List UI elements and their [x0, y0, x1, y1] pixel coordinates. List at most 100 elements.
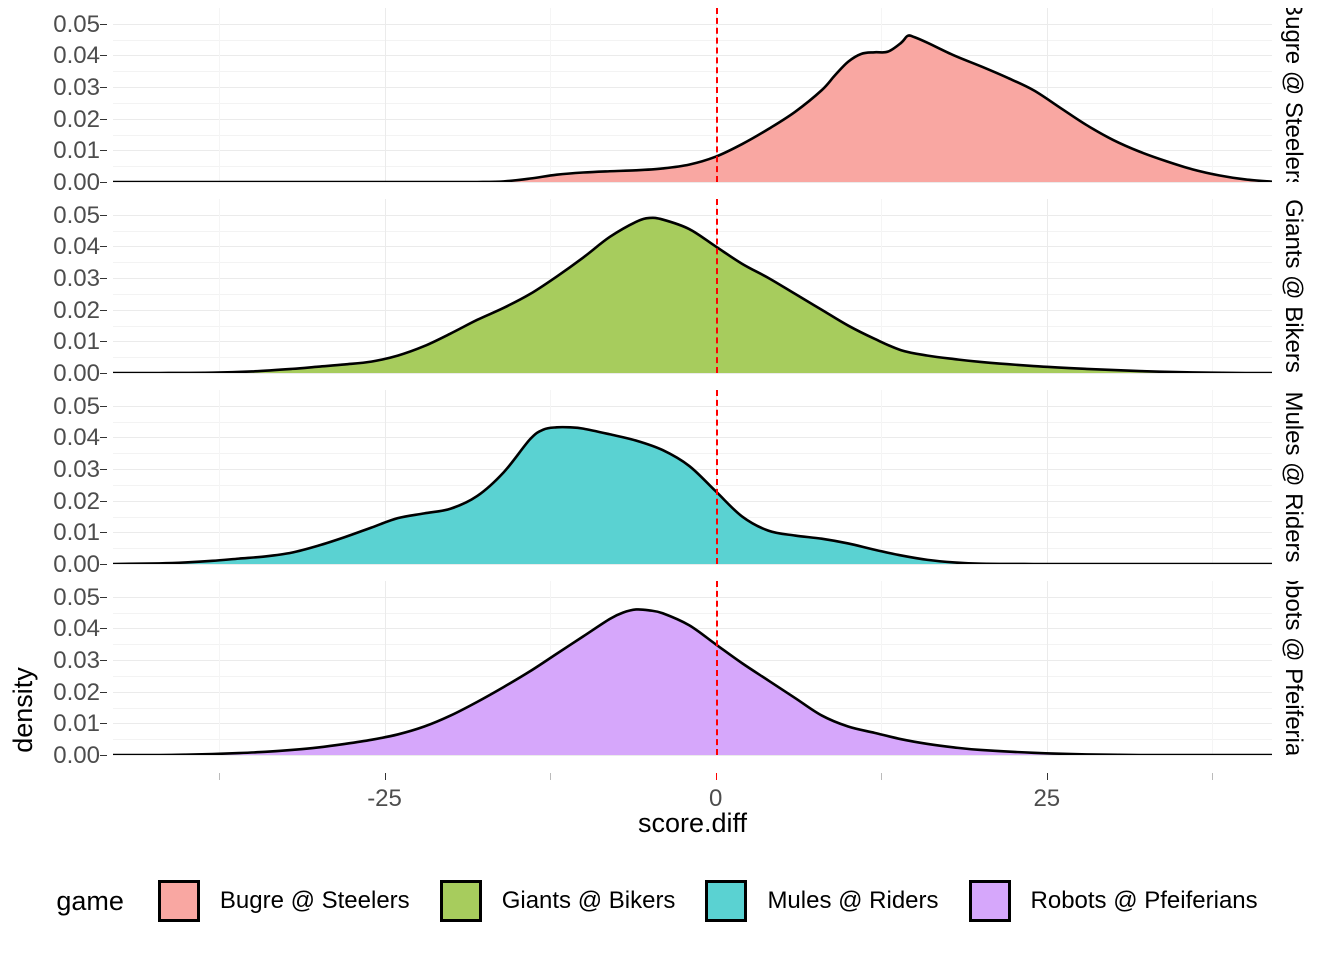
legend-title: game: [56, 885, 124, 916]
y-tick-mark: [100, 150, 107, 152]
x-tick-mark-minor: [550, 773, 552, 780]
density-fill: [113, 427, 1272, 564]
y-tick-mark: [100, 373, 107, 374]
facet-panel-2: [113, 390, 1272, 565]
legend-swatch: [705, 880, 748, 922]
x-tick-mark-minor: [881, 773, 883, 780]
y-tick-mark: [100, 500, 107, 502]
x-tick-mark-minor: [1212, 773, 1214, 780]
gridline-major-horizontal: [113, 182, 1272, 183]
y-tick-mark: [100, 246, 107, 248]
y-tick-label: 0.05: [53, 10, 100, 38]
y-tick-label: 0.02: [53, 487, 100, 515]
legend-label: Mules @ Riders: [767, 887, 939, 914]
y-tick-mark: [100, 405, 107, 407]
density-curve-3: [113, 581, 1272, 755]
y-tick-label: 0.01: [53, 710, 100, 738]
y-tick-label: 0.04: [53, 233, 100, 261]
y-tick-label: 0.00: [53, 169, 100, 196]
x-tick-mark: [1046, 773, 1048, 780]
y-tick-mark: [100, 182, 107, 183]
y-tick-label: 0.03: [53, 456, 100, 484]
y-tick-mark: [100, 55, 107, 57]
y-tick-mark: [100, 118, 107, 120]
y-tick-mark: [100, 532, 107, 534]
y-tick-label: 0.02: [53, 296, 100, 324]
x-axis: -25 0 25: [113, 773, 1272, 813]
facet-strip-label-0: Bugre @ Steelers: [1280, 8, 1307, 182]
y-tick-label: 0.05: [53, 392, 100, 420]
legend-label: Bugre @ Steelers: [219, 887, 410, 914]
y-tick-label: 0.04: [53, 424, 100, 452]
gridline-major-horizontal: [113, 373, 1272, 374]
density-fill: [113, 217, 1272, 373]
reference-line-zero: [715, 199, 718, 373]
legend-swatch: [968, 880, 1011, 922]
x-axis-title: score.diff: [637, 808, 748, 838]
y-tick-label: 0.05: [53, 201, 100, 229]
legend-swatch: [439, 880, 482, 922]
density-fill: [113, 609, 1272, 755]
facet-panel-3: [113, 581, 1272, 756]
legend-swatch: [157, 880, 200, 922]
legend: game Bugre @ Steelers Giants @ Bikers Mule…: [0, 868, 1344, 934]
y-tick-mark: [100, 87, 107, 89]
y-tick-mark: [100, 564, 107, 565]
x-tick-mark: [384, 773, 386, 780]
density-fill: [113, 35, 1272, 182]
facet-strip-label-3: Robots @ Pfeiferians: [1280, 581, 1307, 755]
reference-line-zero: [715, 8, 718, 182]
y-tick-label: 0.01: [53, 328, 100, 356]
facet-strip-1: Giants @ Bikers: [1272, 199, 1314, 373]
y-tick-label: 0.03: [53, 265, 100, 293]
y-tick-label: 0.04: [53, 42, 100, 70]
facet-panel-1: [113, 199, 1272, 374]
facet-panel-0: [113, 8, 1272, 183]
y-tick-mark: [100, 437, 107, 439]
facet-strip-3: Robots @ Pfeiferians: [1272, 581, 1314, 755]
y-axis: 0.00 0.01 0.02 0.03 0.04 0.05 0.00 0.01 0.02 0.03…: [0, 8, 107, 773]
y-tick-label: 0.03: [53, 647, 100, 675]
legend-item-2[interactable]: Mules @ Riders: [705, 880, 939, 922]
y-tick-label: 0.03: [53, 74, 100, 102]
legend-item-3[interactable]: Robots @ Pfeiferians: [968, 880, 1258, 922]
density-plot-figure: density 0.00 0.01 0.02 0.03 0.04 0.05 0.00 0.01…: [0, 0, 1344, 960]
gridline-major-horizontal: [113, 564, 1272, 565]
legend-label: Giants @ Bikers: [501, 887, 676, 914]
reference-line-zero: [715, 390, 718, 564]
legend-label: Robots @ Pfeiferians: [1030, 887, 1258, 914]
y-tick-mark: [100, 341, 107, 343]
x-tick-mark: [715, 773, 717, 780]
y-tick-mark: [100, 309, 107, 311]
gridline-major-horizontal: [113, 755, 1272, 756]
y-tick-mark: [100, 596, 107, 598]
facet-strip-label-2: Mules @ Riders: [1280, 391, 1307, 563]
y-tick-label: 0.04: [53, 615, 100, 643]
x-tick-mark-minor: [218, 773, 220, 780]
y-tick-mark: [100, 214, 107, 216]
y-tick-label: 0.01: [53, 519, 100, 547]
y-tick-label: 0.00: [53, 551, 100, 578]
y-tick-label: 0.01: [53, 137, 100, 165]
facet-strip-2: Mules @ Riders: [1272, 390, 1314, 564]
y-tick-mark: [100, 723, 107, 725]
y-tick-label: 0.00: [53, 742, 100, 769]
y-tick-label: 0.00: [53, 360, 100, 387]
facet-strip-label-1: Giants @ Bikers: [1280, 199, 1307, 373]
legend-item-0[interactable]: Bugre @ Steelers: [157, 880, 410, 922]
density-curve-1: [113, 199, 1272, 373]
y-tick-mark: [100, 278, 107, 280]
density-curve-2: [113, 390, 1272, 564]
y-tick-label: 0.05: [53, 583, 100, 611]
facet-strip-0: Bugre @ Steelers: [1272, 8, 1314, 182]
plot-panels: [113, 8, 1272, 773]
y-tick-label: 0.02: [53, 678, 100, 706]
density-curve-0: [113, 8, 1272, 182]
y-tick-mark: [100, 660, 107, 662]
y-tick-mark: [100, 755, 107, 756]
legend-item-1[interactable]: Giants @ Bikers: [439, 880, 676, 922]
y-tick-mark: [100, 469, 107, 471]
legend-items: Bugre @ Steelers Giants @ Bikers Mules @ R…: [157, 880, 1288, 922]
y-tick-mark: [100, 691, 107, 693]
y-tick-mark: [100, 628, 107, 630]
